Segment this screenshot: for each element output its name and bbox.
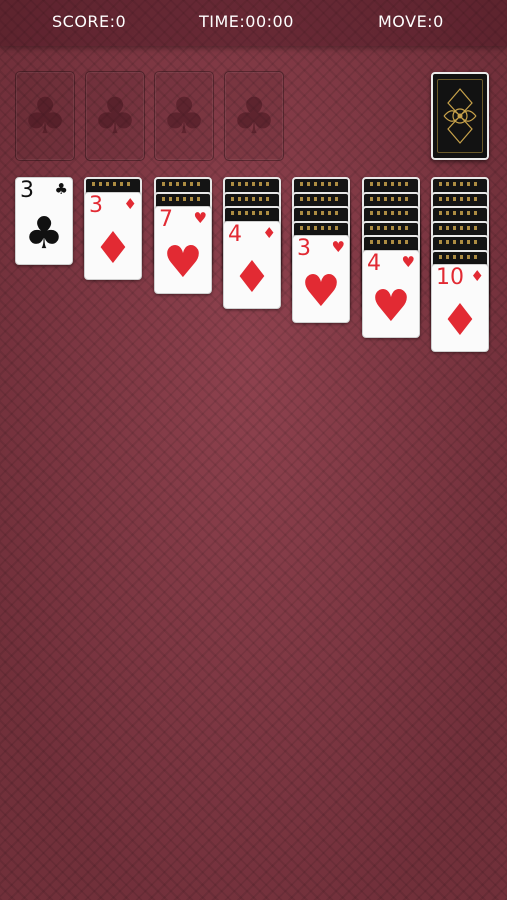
diamond-icon: ♦ bbox=[232, 251, 272, 303]
face-up-card[interactable]: 3 ♥ ♥ bbox=[292, 235, 350, 323]
club-icon: ♣ bbox=[24, 208, 64, 259]
heart-icon: ♥ bbox=[163, 237, 203, 288]
diamond-icon: ♦ bbox=[123, 194, 137, 213]
club-icon: ♣ bbox=[54, 180, 68, 198]
heart-icon: ♥ bbox=[401, 252, 415, 271]
club-icon: ♣ bbox=[161, 87, 207, 145]
diamond-icon: ♦ bbox=[93, 222, 133, 274]
diamond-icon: ♦ bbox=[470, 267, 484, 285]
heart-icon: ♥ bbox=[301, 266, 341, 317]
face-up-card[interactable]: 3 ♦ ♦ bbox=[84, 191, 142, 280]
diamond-icon: ♦ bbox=[262, 223, 276, 242]
club-icon: ♣ bbox=[22, 87, 68, 145]
card-rank: 7 bbox=[159, 207, 173, 232]
card-back-ornament-icon bbox=[437, 79, 483, 153]
foundation-pile-4[interactable]: ♣ bbox=[224, 71, 284, 161]
face-up-card[interactable]: 4 ♦ ♦ bbox=[223, 220, 281, 309]
card-rank: 3 bbox=[89, 192, 103, 218]
club-icon: ♣ bbox=[231, 87, 277, 145]
card-rank: 4 bbox=[367, 250, 381, 276]
diamond-icon: ♦ bbox=[440, 295, 480, 346]
card-rank: 3 bbox=[297, 236, 311, 261]
face-up-card[interactable]: 4 ♥ ♥ bbox=[362, 249, 420, 338]
club-icon: ♣ bbox=[92, 87, 138, 145]
time-display: TIME:00:00 bbox=[199, 12, 294, 31]
card-rank: 10 bbox=[436, 265, 464, 290]
heart-icon: ♥ bbox=[193, 209, 207, 227]
face-up-card[interactable]: 7 ♥ ♥ bbox=[154, 206, 212, 294]
status-bar: SCORE:0 TIME:00:00 MOVE:0 bbox=[0, 0, 507, 46]
move-display: MOVE:0 bbox=[378, 12, 444, 31]
stock-pile[interactable] bbox=[431, 72, 489, 160]
score-display: SCORE:0 bbox=[52, 12, 127, 31]
foundation-pile-1[interactable]: ♣ bbox=[15, 71, 75, 161]
heart-icon: ♥ bbox=[331, 238, 345, 256]
heart-icon: ♥ bbox=[371, 280, 411, 332]
face-up-card[interactable]: 10 ♦ ♦ bbox=[431, 264, 489, 352]
card-rank: 4 bbox=[228, 221, 242, 247]
card-rank: 3 bbox=[20, 178, 34, 203]
foundation-pile-2[interactable]: ♣ bbox=[85, 71, 145, 161]
foundation-pile-3[interactable]: ♣ bbox=[154, 71, 214, 161]
face-up-card[interactable]: 3 ♣ ♣ bbox=[15, 177, 73, 265]
